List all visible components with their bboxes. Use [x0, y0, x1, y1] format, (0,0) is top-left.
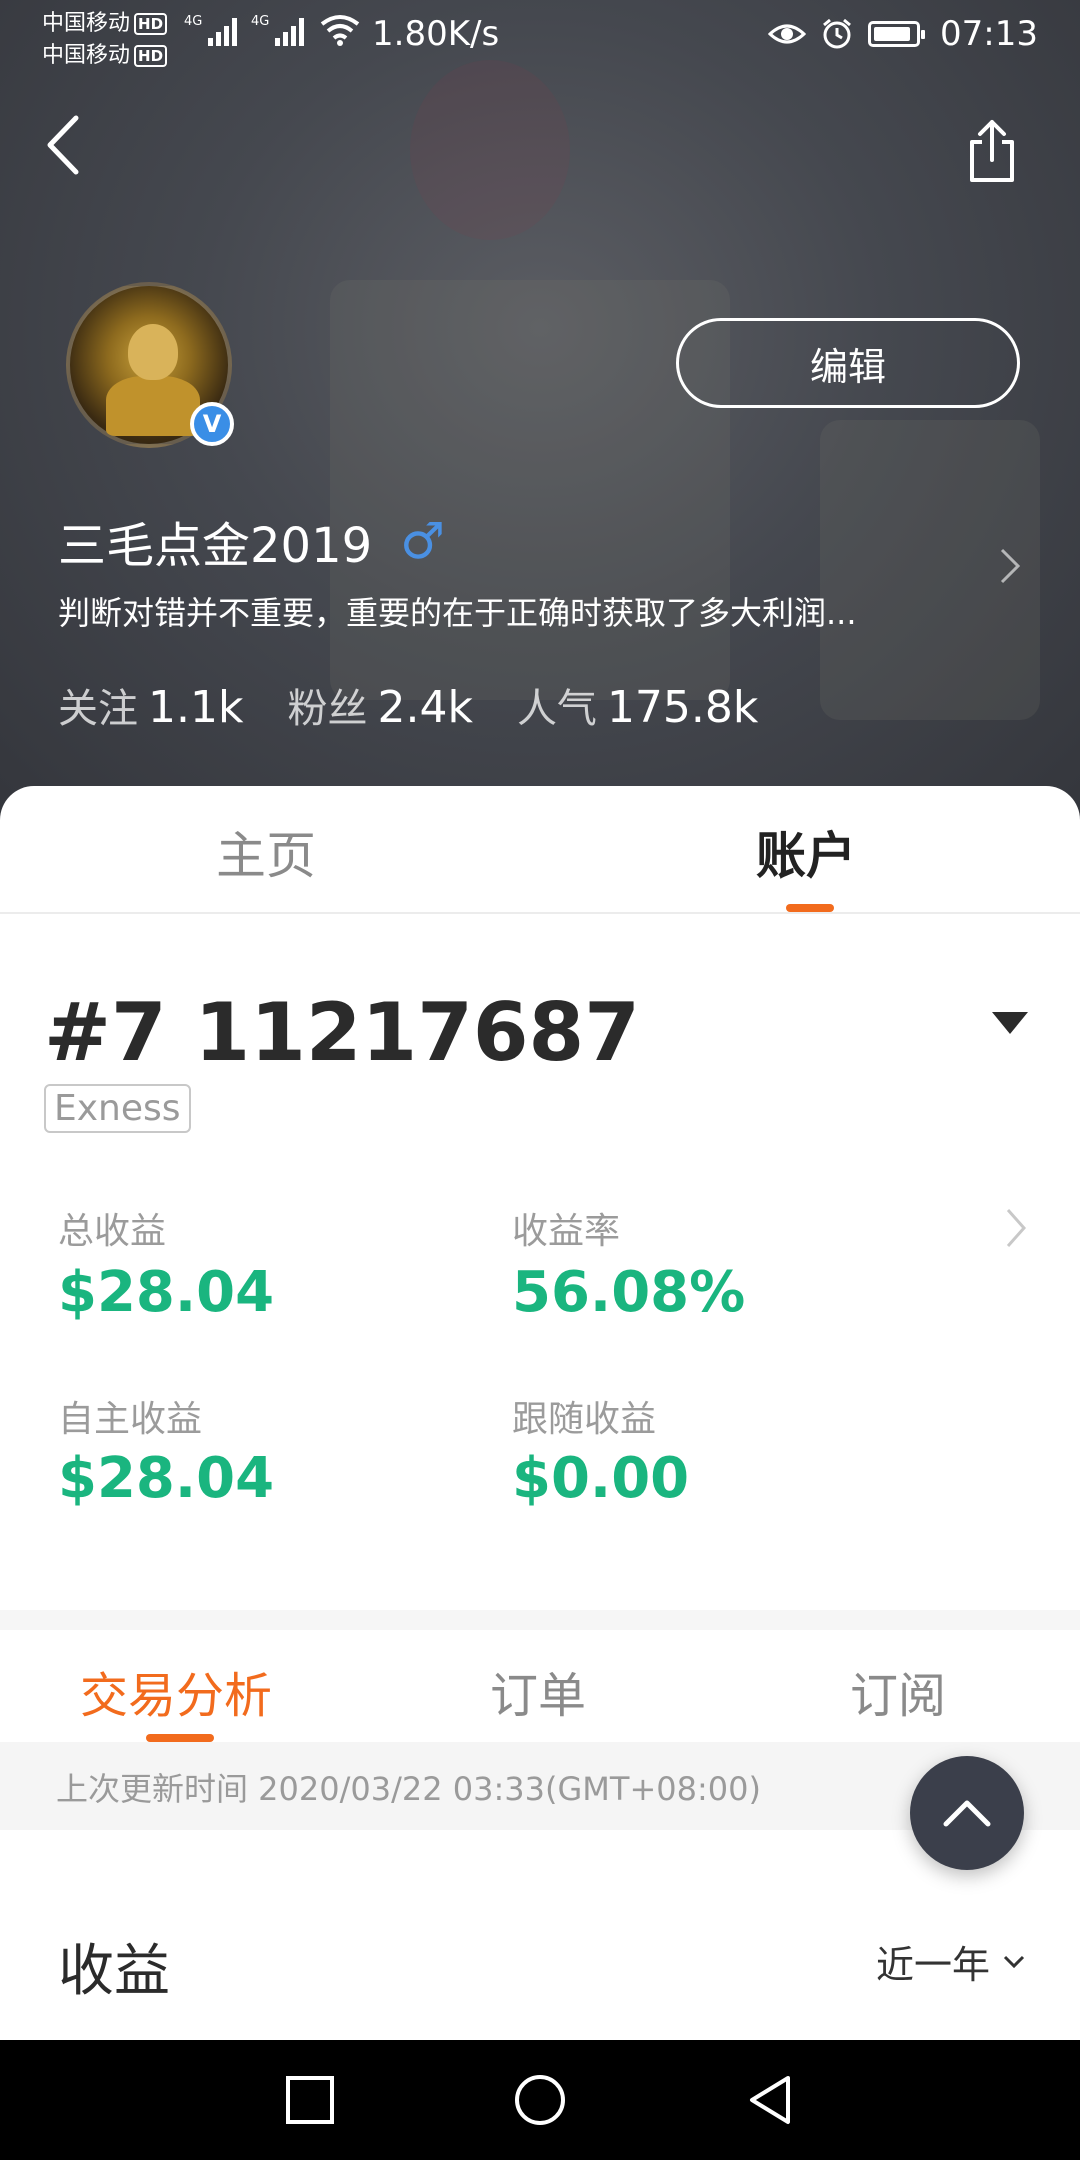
triangle-down-icon[interactable] [992, 1012, 1028, 1034]
gender-male-icon: ♂ [400, 512, 445, 570]
scroll-top-button[interactable] [910, 1756, 1024, 1870]
hd-badge: HD [134, 45, 168, 67]
home-circle-icon[interactable] [512, 2072, 568, 2128]
wifi-icon [320, 15, 360, 46]
stat-popularity: 人气 175.8k [516, 682, 759, 733]
edit-profile-button[interactable]: 编辑 [676, 318, 1020, 408]
section-divider [0, 1610, 1080, 1630]
eye-icon [768, 24, 807, 44]
carrier-1: 中国移动 [42, 11, 131, 36]
signal-icon: 4G [184, 14, 237, 46]
username: 三毛点金2019 [58, 518, 373, 574]
return-rate-value: 56.08% [512, 1260, 746, 1325]
signal-icons: 4G 4G [184, 14, 360, 46]
follow-profit-value: $0.00 [512, 1446, 690, 1511]
status-right: 07:13 [768, 14, 1038, 54]
period-selector[interactable]: 近一年 [876, 1934, 1026, 1989]
profile-header: 中国移动 HD 中国移动 HD 4G 4G 1.80K/s 07:13 V 编辑… [0, 0, 1080, 820]
self-profit-label: 自主收益 [58, 1399, 203, 1440]
broker-tag: Exness [44, 1084, 191, 1133]
profile-name-row[interactable]: 三毛点金2019 ♂ [58, 506, 445, 576]
clock: 07:13 [940, 14, 1038, 54]
hd-badge: HD [134, 13, 168, 35]
carrier-info: 中国移动 HD 中国移动 HD [42, 8, 168, 72]
signal-icon: 4G [251, 14, 304, 46]
earnings-title: 收益 [58, 1939, 170, 2004]
carrier-2: 中国移动 [42, 43, 131, 68]
alarm-icon [823, 18, 851, 49]
back-arrow-icon[interactable] [40, 110, 90, 180]
main-tabs: 主页 账户 [0, 786, 1080, 914]
network-speed: 1.80K/s [372, 14, 500, 54]
network-type: 4G [184, 14, 203, 29]
chevron-down-icon [1003, 1955, 1025, 1968]
stat-followers[interactable]: 粉丝 2.4k [287, 676, 472, 734]
share-icon[interactable] [964, 116, 1020, 186]
verified-icon: V [190, 402, 234, 446]
account-number: #7 11217687 [44, 986, 640, 1079]
last-update-text: 上次更新时间 2020/03/22 03:33(GMT+08:00) [56, 1770, 761, 1808]
chevron-right-icon[interactable] [998, 546, 1022, 586]
total-profit-value: $28.04 [58, 1260, 275, 1325]
tab-subscriptions[interactable]: 订阅 [850, 1656, 946, 1726]
status-bar: 中国移动 HD 中国移动 HD 4G 4G 1.80K/s 07:13 [0, 0, 1080, 72]
chevron-up-icon [943, 1800, 991, 1827]
stat-following[interactable]: 关注 1.1k [58, 676, 243, 734]
self-profit-value: $28.04 [58, 1446, 275, 1511]
tab-orders[interactable]: 订单 [490, 1656, 586, 1726]
tab-active-indicator [786, 904, 834, 912]
tab-account[interactable]: 账户 [756, 816, 856, 888]
back-triangle-icon[interactable] [742, 2072, 798, 2128]
profile-stats: 关注 1.1k 粉丝 2.4k 人气 175.8k [58, 676, 758, 734]
sub-tab-indicator [146, 1734, 214, 1742]
tab-trade-analysis[interactable]: 交易分析 [80, 1656, 272, 1726]
content-card: 主页 账户 #7 11217687 Exness 总收益 $28.04 收益率 … [0, 786, 1080, 2040]
recent-apps-icon[interactable] [282, 2072, 338, 2128]
period-label: 近一年 [875, 1943, 990, 1987]
tab-home[interactable]: 主页 [216, 816, 316, 888]
return-rate-label: 收益率 [512, 1211, 621, 1252]
system-nav-bar [0, 2040, 1080, 2160]
total-profit-label: 总收益 [58, 1211, 167, 1252]
battery-icon [868, 21, 926, 47]
chevron-right-icon[interactable] [1004, 1206, 1028, 1250]
bio: 判断对错并不重要，重要的在于正确时获取了多大利润... [58, 594, 857, 632]
follow-profit-label: 跟随收益 [512, 1399, 657, 1440]
network-type: 4G [251, 14, 270, 29]
